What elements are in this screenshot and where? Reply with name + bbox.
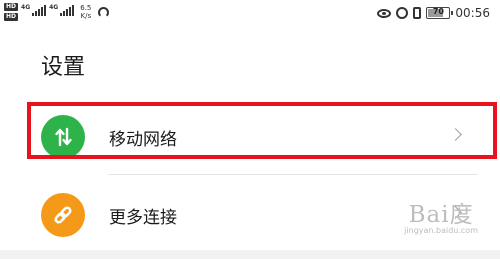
watermark-url: jingyan.baidu.com: [404, 226, 478, 235]
page-title: 设置: [41, 55, 86, 80]
signal-icon-1: 4G: [21, 4, 47, 16]
chevron-right-icon: [449, 128, 462, 141]
clock: 00:56: [455, 6, 490, 20]
vibrate-icon: [413, 7, 422, 19]
bottom-background-strip: [0, 250, 500, 259]
settings-item-label: 更多连接: [109, 207, 177, 228]
baidu-watermark: Bai度 jingyan.baidu.com: [404, 195, 478, 235]
link-icon: [41, 193, 85, 237]
hotspot-icon: [98, 7, 110, 18]
settings-item-label: 移动网络: [109, 129, 177, 150]
hd-badge-2: HD: [4, 13, 19, 21]
settings-item-mobile-network[interactable]: 移动网络: [28, 104, 498, 170]
network-speed-value: 6.5: [80, 4, 92, 12]
battery-level: 70: [432, 7, 444, 16]
signal-icon-2: 4G: [49, 4, 75, 16]
battery-icon: 70: [426, 7, 454, 19]
hd-badge-1: HD: [4, 3, 19, 11]
alarm-icon: [396, 7, 409, 19]
mobile-data-arrows-icon: [41, 115, 85, 159]
watermark-logo: Bai度: [408, 202, 474, 228]
network-type-label: 4G: [21, 4, 31, 11]
eye-comfort-icon: [377, 8, 392, 18]
network-type-label-2: 4G: [49, 4, 59, 11]
status-bar: HD HD 4G 4G 6.5 K/s 70 00:56: [0, 0, 500, 32]
divider: [108, 174, 478, 175]
network-speed-unit: K/s: [80, 12, 92, 20]
network-speed: 6.5 K/s: [80, 4, 91, 20]
